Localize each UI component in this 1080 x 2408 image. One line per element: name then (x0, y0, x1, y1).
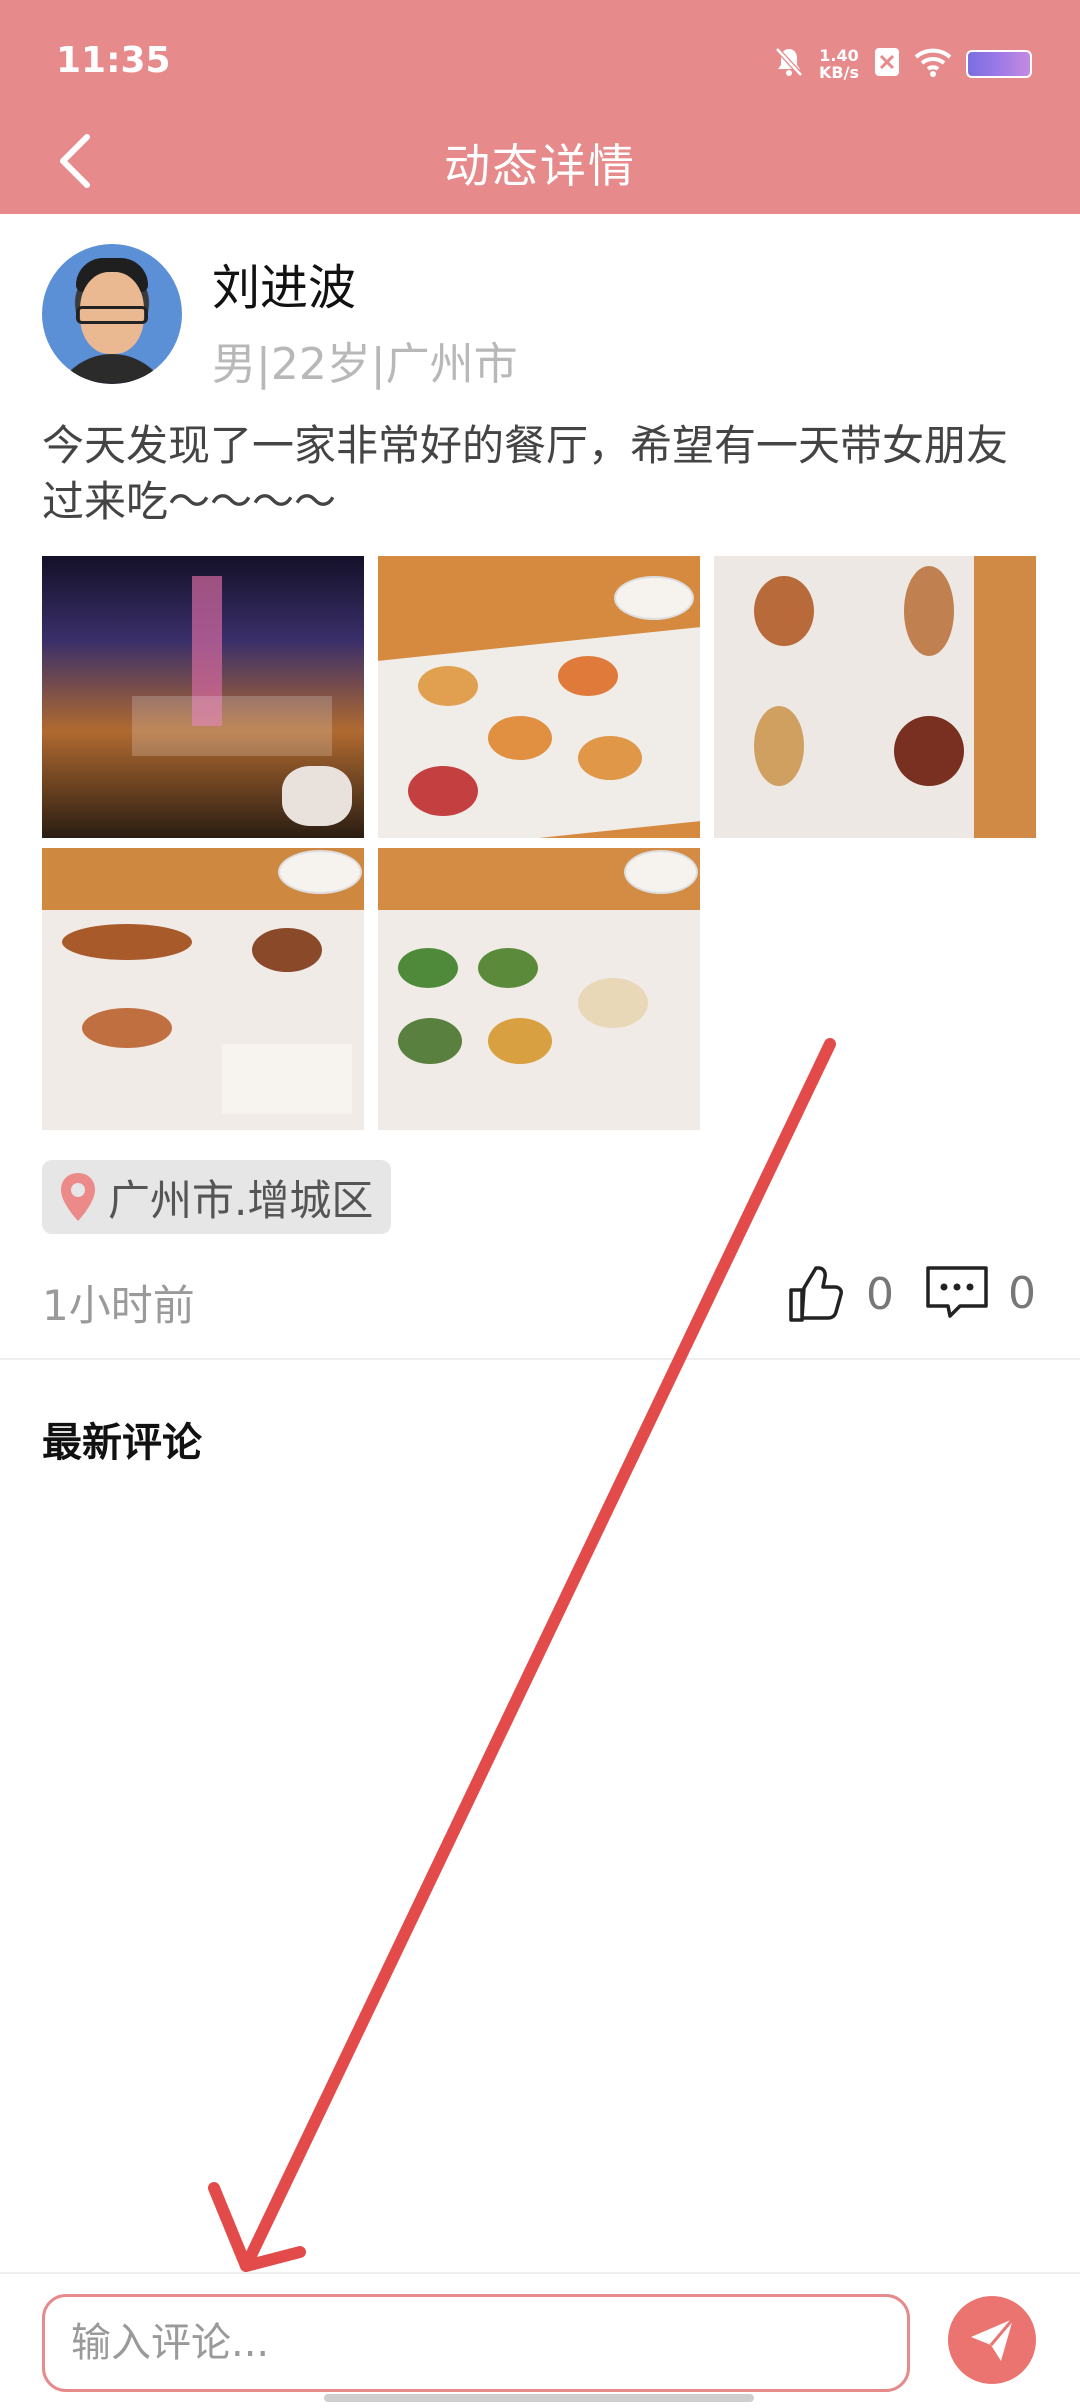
like-button[interactable]: 0 (786, 1264, 894, 1324)
avatar[interactable] (42, 244, 182, 384)
location-chip[interactable]: 广州市.增城区 (42, 1160, 392, 1234)
like-count: 0 (866, 1268, 894, 1320)
divider (0, 1358, 1080, 1360)
post-text: 今天发现了一家非常好的餐厅，希望有一天带女朋友过来吃～～～～ (42, 421, 1009, 526)
author-meta: 男|22岁|广州市 (212, 339, 518, 390)
post-photo-4[interactable] (42, 848, 364, 1130)
thumbs-up-icon (789, 1266, 843, 1322)
comment-input[interactable] (42, 2294, 910, 2392)
chat-bubble-icon (926, 1266, 988, 1318)
comment-button[interactable]: 0 (924, 1264, 1036, 1322)
app-header: 11:35 1.40 KB/s 动态详情 (0, 0, 1080, 214)
sim-off-icon (874, 47, 900, 81)
paper-plane-icon (971, 2318, 1015, 2361)
net-speed: 1.40 KB/s (819, 46, 859, 82)
battery-icon (966, 50, 1032, 78)
post-photo-2[interactable] (378, 556, 700, 838)
mute-bell-icon (774, 46, 804, 82)
send-button[interactable] (948, 2296, 1036, 2384)
post-photo-1[interactable] (42, 556, 364, 838)
home-indicator (324, 2394, 754, 2402)
status-bar: 11:35 1.40 KB/s (0, 0, 1080, 120)
comment-count: 0 (1008, 1267, 1036, 1319)
latest-comments-title: 最新评论 (42, 1420, 202, 1466)
status-time: 11:35 (56, 40, 171, 81)
author-name[interactable]: 刘进波 (212, 248, 356, 318)
wifi-icon (914, 47, 952, 81)
post-photo-5[interactable] (378, 848, 700, 1130)
map-pin-icon (61, 1173, 95, 1221)
post-time: 1小时前 (42, 1281, 195, 1330)
nav-bar: 动态详情 (0, 120, 1080, 214)
status-icons: 1.40 KB/s (774, 44, 1032, 84)
photo-grid (42, 556, 1038, 1130)
post-photo-3[interactable] (714, 556, 1036, 838)
input-divider (0, 2272, 1080, 2274)
location-text: 广州市.增城区 (108, 1175, 374, 1225)
page-title: 动态详情 (444, 139, 636, 193)
